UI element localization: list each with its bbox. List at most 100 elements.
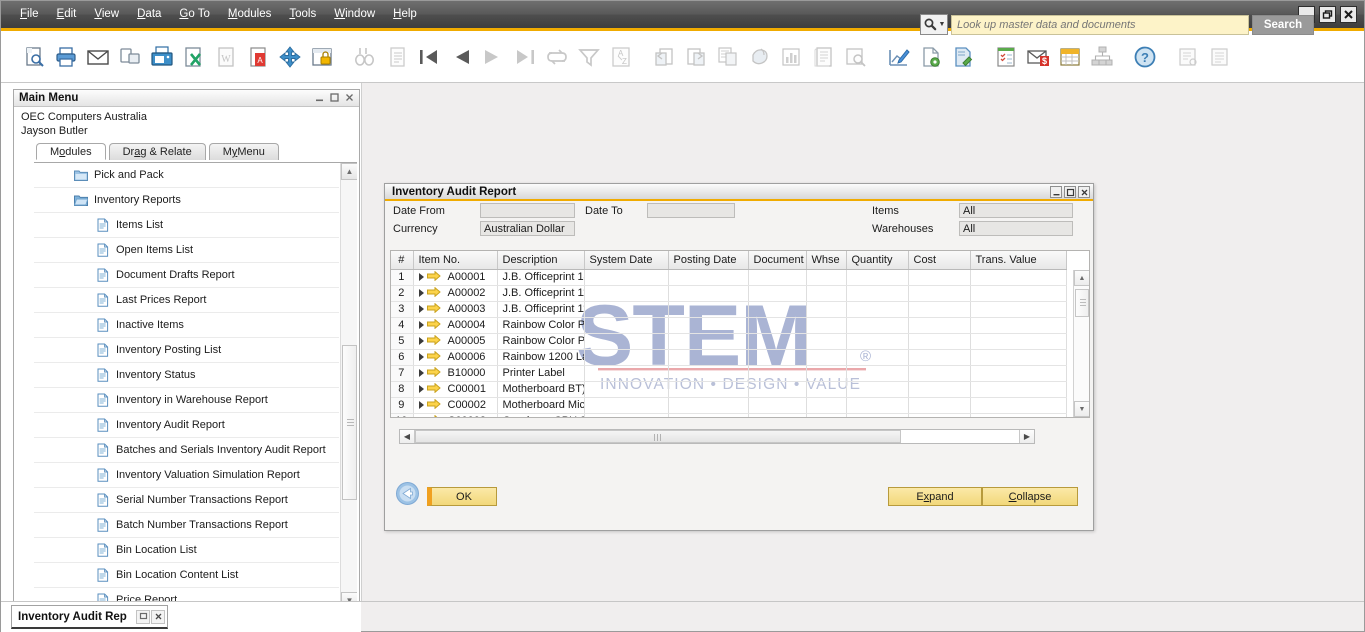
table-row[interactable]: 2 A00002 J.B. Officeprint 11 [391,285,1067,302]
drilldown-arrow-icon[interactable] [426,302,441,316]
gross-profit-icon[interactable] [777,42,807,72]
item-no-cell[interactable]: C00001 [413,381,498,398]
quantity-cell[interactable] [846,269,909,286]
table-row[interactable]: 7 B10000 Printer Label [391,365,1067,382]
quantity-cell[interactable] [846,333,909,350]
table-row[interactable]: 9 C00002 Motherboard Mic [391,397,1067,414]
description-cell[interactable]: Motherboard BT) [497,381,585,398]
description-cell[interactable]: Printer Label [497,365,585,382]
scroll-thumb[interactable] [342,345,357,500]
fax-icon[interactable] [147,42,177,72]
sidebar-item-inventory-valuation-simulation-report[interactable]: Inventory Valuation Simulation Report [34,463,339,488]
back-arrow-icon[interactable] [395,481,420,506]
document-cell[interactable] [748,397,807,414]
export-to-excel-icon[interactable] [179,42,209,72]
grid-vertical-scrollbar[interactable]: ▲ ▼ [1073,270,1089,417]
drilldown-arrow-icon[interactable] [426,414,441,417]
hscroll-thumb[interactable] [415,430,901,443]
table-row[interactable]: 1 A00001 J.B. Officeprint 14 [391,269,1067,286]
item-no-cell[interactable]: A00002 [413,285,498,302]
quantity-cell[interactable] [846,285,909,302]
duplicate-icon[interactable] [713,42,743,72]
description-cell[interactable]: Rainbow Color P [497,317,585,334]
drilldown-arrow-icon[interactable] [426,398,441,412]
cost-cell[interactable] [908,301,971,318]
grid-column-header[interactable]: # [391,251,414,270]
export-to-pdf-icon[interactable]: A [243,42,273,72]
description-cell[interactable]: J.B. Officeprint 11 [497,285,585,302]
quantity-cell[interactable] [846,413,909,417]
table-row[interactable]: 6 A00006 Rainbow 1200 Las [391,349,1067,366]
drilldown-arrow-icon[interactable] [426,270,441,284]
cost-cell[interactable] [908,317,971,334]
dialog-close-icon[interactable] [1078,186,1090,198]
system-date-cell[interactable] [584,333,669,350]
main-menu-minimize-icon[interactable] [313,91,326,104]
document-cell[interactable] [748,381,807,398]
drilldown-arrow-icon[interactable] [426,318,441,332]
hscroll-right-icon[interactable]: ▶ [1019,430,1034,443]
cost-cell[interactable] [908,381,971,398]
user-defined-values-icon[interactable] [1173,42,1203,72]
report-viewer-icon[interactable] [841,42,871,72]
calendar-icon[interactable] [1055,42,1085,72]
main-menu-scrollbar[interactable]: ▲ ▼ [340,163,357,608]
system-date-cell[interactable] [584,397,669,414]
grid-scroll-up-icon[interactable]: ▲ [1074,270,1089,286]
change-view-icon[interactable] [542,42,572,72]
sidebar-item-inventory-posting-list[interactable]: Inventory Posting List [34,338,339,363]
document-cell[interactable] [748,365,807,382]
whse-cell[interactable] [806,269,847,286]
item-no-cell[interactable]: A00004 [413,317,498,334]
dialog-minimize-icon[interactable] [1050,186,1062,198]
drilldown-arrow-icon[interactable] [426,286,441,300]
expand-triangle-icon[interactable] [418,353,424,361]
organization-chart-icon[interactable] [1087,42,1117,72]
first-data-record-icon[interactable] [414,42,444,72]
description-cell[interactable]: Motherboard Mic [497,397,585,414]
grid-column-header[interactable]: Whse [806,251,847,270]
restore-icon[interactable] [1319,6,1336,23]
sidebar-item-document-drafts-report[interactable]: Document Drafts Report [34,263,339,288]
trans-value-cell[interactable] [970,333,1067,350]
expand-triangle-icon[interactable] [418,305,424,313]
trans-value-cell[interactable] [970,365,1067,382]
drilldown-arrow-icon[interactable] [426,334,441,348]
items-input[interactable]: All [959,203,1073,218]
drilldown-arrow-icon[interactable] [426,382,441,396]
drilldown-arrow-icon[interactable] [426,366,441,380]
item-no-cell[interactable]: A00003 [413,301,498,318]
dialog-restore-icon[interactable] [1064,186,1076,198]
grid-column-header[interactable]: Document [748,251,807,270]
quantity-cell[interactable] [846,365,909,382]
whse-cell[interactable] [806,301,847,318]
quantity-cell[interactable] [846,317,909,334]
description-cell[interactable]: Rainbow Color P [497,333,585,350]
print-icon[interactable] [51,42,81,72]
grid-scroll-down-icon[interactable]: ▼ [1074,401,1089,417]
copy-icon[interactable] [649,42,679,72]
expand-button[interactable]: Expand [888,487,982,506]
menu-item-file[interactable]: File [11,1,48,28]
menu-item-view[interactable]: View [85,1,128,28]
quantity-cell[interactable] [846,301,909,318]
system-date-cell[interactable] [584,301,669,318]
item-no-cell[interactable]: A00001 [413,269,498,286]
sidebar-item-inventory-audit-report[interactable]: Inventory Audit Report [34,413,339,438]
item-no-cell[interactable]: A00006 [413,349,498,366]
sms-icon[interactable] [115,42,145,72]
sidebar-item-batches-and-serials-inventory-audit-report[interactable]: Batches and Serials Inventory Audit Repo… [34,438,339,463]
menu-item-go-to[interactable]: Go To [170,1,218,28]
sidebar-item-serial-number-transactions-report[interactable]: Serial Number Transactions Report [34,488,339,513]
print-preview-icon[interactable] [19,42,49,72]
document-settings-icon[interactable] [948,42,978,72]
description-cell[interactable]: J.B. Officeprint 14 [497,269,585,286]
messages-icon[interactable] [991,42,1021,72]
sidebar-item-pick-and-pack[interactable]: Pick and Pack [34,163,339,188]
item-no-cell[interactable]: A00005 [413,333,498,350]
posting-date-cell[interactable] [668,381,749,398]
cost-cell[interactable] [908,349,971,366]
system-date-cell[interactable] [584,285,669,302]
help-icon[interactable]: ? [1130,42,1160,72]
sidebar-item-inventory-status[interactable]: Inventory Status [34,363,339,388]
